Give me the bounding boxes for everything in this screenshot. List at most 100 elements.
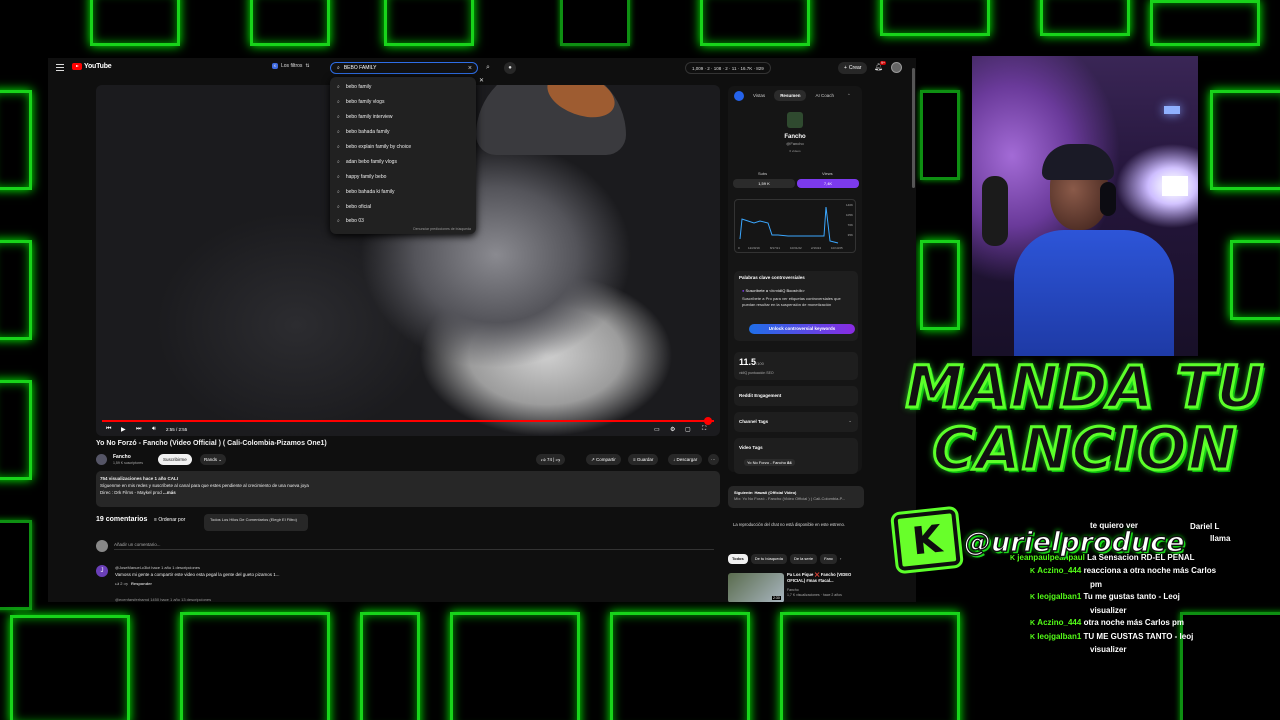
download-icon: ↓ — [673, 457, 676, 462]
streamer-handle: @urielproduce — [963, 526, 1185, 558]
report-predictions-link[interactable]: Denunciar predicciones de búsqueda — [413, 227, 471, 231]
search-icon: ⌕ — [337, 65, 340, 71]
comment-filter-select[interactable]: Todos Los Hilos De Comentarios (Elegir E… — [204, 514, 308, 531]
tab-resumen[interactable]: Resumen — [774, 90, 807, 101]
channel-tags-card[interactable]: Channel Tags ⌄ — [734, 412, 858, 432]
scrollbar[interactable] — [912, 68, 915, 188]
description-box[interactable]: 754 visualizaciones hace 1 año CALI Sígu… — [96, 471, 720, 507]
seo-score-card: 11.5/100 vidIQ puntuación SEO — [734, 352, 858, 380]
tab-ai-coach[interactable]: AI Coach — [809, 90, 840, 101]
vidiq-stats-bar[interactable]: 1,009 · 2 · 108 · 2 · 11 · 16.7K · 829 — [685, 62, 771, 74]
avatar[interactable] — [891, 62, 902, 73]
reddit-card[interactable]: Reddit Engagement — [734, 386, 858, 406]
search-input[interactable]: ⌕ BEBO FAMILY × — [330, 62, 478, 74]
share-button[interactable]: ↗ Compartir — [586, 454, 621, 465]
save-button[interactable]: ≡ Guardar — [628, 454, 659, 465]
clear-search-icon[interactable]: × — [468, 65, 472, 72]
graph-y-label: 140K — [845, 203, 853, 207]
suggestion-item[interactable]: ⌕ bebo family — [330, 80, 476, 95]
add-comment-input[interactable]: Añadir un comentario... — [114, 542, 714, 550]
chip-series[interactable]: De la serie — [789, 554, 818, 564]
search-icon: ⌕ — [337, 158, 340, 165]
suggestion-item[interactable]: ⌕ bebo explain family by choice — [330, 140, 476, 155]
kick-icon: K — [1030, 633, 1036, 641]
panel-channel-name: Fancho — [784, 134, 806, 140]
up-next-box[interactable]: Siguiente: Hawaii (Official Video) Mix: … — [728, 486, 864, 508]
sort-button[interactable]: ≡ Ordenar por — [154, 517, 185, 523]
captions-icon[interactable]: ▭ — [654, 426, 660, 433]
previous-icon[interactable]: ⏮ — [106, 426, 111, 433]
search-icon: ⌕ — [337, 129, 340, 136]
chip-from-search[interactable]: De tu búsqueda — [750, 554, 787, 564]
like-button[interactable]: 👍︎ 74 | 👎︎ — [536, 454, 566, 465]
video-tag[interactable]: Yo No Forzo - Fancho 84 — [744, 459, 795, 466]
chat-message: visualizer — [1090, 605, 1127, 615]
show-more-link[interactable]: ...más — [163, 490, 176, 495]
reply-button[interactable]: Responder — [131, 581, 152, 586]
time-display: 2:55 / 2:55 — [166, 427, 188, 432]
suggestion-item[interactable]: ⌕ adan bebo family vlogs — [330, 154, 476, 169]
chevron-right-icon[interactable]: › — [840, 554, 841, 564]
youtube-logo[interactable]: YouTube — [72, 63, 112, 70]
search-suggestions: ⌕ bebo family ⌕ bebo family vlogs ⌕ bebo fa… — [330, 77, 476, 234]
download-button[interactable]: ↓ Descargar — [668, 454, 703, 465]
suggestion-item[interactable]: ⌕ happy family bebo — [330, 169, 476, 184]
thumbs-up-icon[interactable]: 👍︎ — [115, 581, 119, 586]
channel-name[interactable]: Fancho — [113, 454, 131, 460]
youtube-window: YouTube K Los filtros ⇅ ⌕ BEBO FAMILY × … — [48, 58, 916, 602]
fullscreen-icon[interactable]: ⛶ — [702, 426, 706, 433]
chat-message: K Aczino_444 otra noche más Carlos pm — [1030, 618, 1185, 627]
miniplayer-icon[interactable]: ▢ — [685, 426, 691, 433]
suggestion-item[interactable]: ⌕ bebo oficial — [330, 199, 476, 214]
create-button[interactable]: + Crear — [838, 62, 868, 74]
chip-all[interactable]: Todos — [728, 554, 748, 564]
comment-avatar[interactable]: J — [96, 565, 108, 577]
chevron-down-icon: ⌄ — [218, 457, 223, 462]
settings-icon[interactable]: ⚙ — [670, 426, 675, 433]
chat-message: K leojgalban1 Tu me gustas tanto - Leoj — [1030, 592, 1180, 601]
unlock-keywords-button[interactable]: Unlock controversial keywords — [749, 324, 855, 334]
suggestion-item[interactable]: ⌕ bebo family vlogs — [330, 95, 476, 110]
description-credits: Direc : Drk Films - Maykel prod ...más — [100, 490, 176, 495]
collapse-icon[interactable]: ⌃ — [847, 93, 851, 99]
subs-label: Subs — [758, 171, 768, 176]
suggestion-item[interactable]: ⌕ bebo family interview — [330, 110, 476, 125]
comment-actions: 👍︎ 2 👎︎ Responder — [115, 581, 152, 586]
graph-x-label: 8/17/21 — [770, 246, 781, 250]
tab-vistas[interactable]: Vistas — [747, 90, 771, 101]
subscribe-button[interactable]: Suscribirme — [158, 454, 192, 465]
studio-light — [1162, 176, 1188, 196]
rands-button[interactable]: Rands ⌄ — [200, 454, 227, 465]
play-icon[interactable]: ▶ — [121, 426, 126, 433]
chip-channel[interactable]: Fanc — [820, 554, 837, 564]
kick-logo: K — [893, 508, 961, 572]
save-icon: ≡ — [633, 457, 636, 462]
comment-author[interactable]: @JoseManuel-c3lct hace 1 año 1 descripci… — [115, 565, 200, 570]
comment-author[interactable]: @ecenfarsferhamd 1450 hace 1 año 13 desc… — [115, 597, 211, 602]
share-icon: ↗ — [591, 457, 595, 462]
banner-line-2: CANCION — [931, 415, 1238, 483]
menu-icon[interactable] — [56, 64, 64, 71]
more-actions-button[interactable]: ··· — [708, 454, 719, 465]
channel-avatar[interactable] — [96, 454, 107, 465]
next-icon[interactable]: ⏭ — [136, 426, 141, 433]
close-icon[interactable]: ✕ — [479, 77, 484, 84]
search-icon: ⌕ — [337, 144, 340, 150]
video-title: Yo No Forzó - Fancho (Video Official ) (… — [96, 440, 327, 447]
search-button[interactable]: ⌕ — [482, 62, 494, 74]
streamer-shirt — [1014, 230, 1174, 356]
related-video-duration: 2:30 — [772, 596, 781, 600]
chat-message: pm — [1090, 579, 1102, 589]
thumbs-down-icon[interactable]: 👎︎ — [124, 581, 128, 586]
filters-button[interactable]: K Los filtros ⇅ — [272, 63, 310, 69]
subs-value: 1,59 K — [733, 179, 795, 188]
stream-canvas: YouTube K Los filtros ⇅ ⌕ BEBO FAMILY × … — [0, 0, 1280, 720]
suggestion-item[interactable]: ⌕ bebo bahada ki family — [330, 184, 476, 199]
related-video-title[interactable]: Pa Los Pique ❌ Fancho (VIDEO OFICIAL) #m… — [787, 572, 855, 583]
controversial-text: Suscríbete a Pro para ver etiquetas cont… — [742, 296, 841, 307]
suggestion-item[interactable]: ⌕ bebo bahada family — [330, 125, 476, 140]
microphone-icon[interactable]: ● — [504, 62, 516, 74]
video-progress-bar[interactable] — [102, 420, 714, 422]
volume-icon[interactable]: 🔊︎ — [152, 426, 156, 433]
youtube-play-icon — [72, 63, 82, 70]
